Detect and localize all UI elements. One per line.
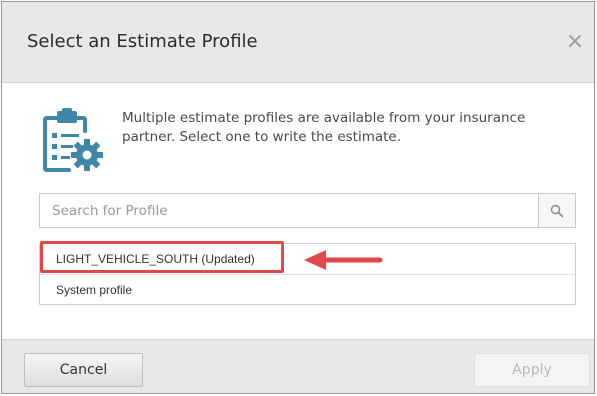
- clipboard-gear-icon: [43, 108, 103, 172]
- cancel-button[interactable]: Cancel: [24, 353, 143, 387]
- search-icon: [550, 204, 564, 217]
- dialog-title: Select an Estimate Profile: [27, 31, 258, 52]
- annotation-arrow-icon: [304, 250, 383, 270]
- search-button[interactable]: [538, 194, 575, 227]
- apply-button[interactable]: Apply: [474, 353, 590, 387]
- dialog-body: Multiple estimate profiles are available…: [2, 84, 594, 339]
- estimate-profile-dialog: Select an Estimate Profile × Multiple es…: [1, 1, 595, 394]
- dialog-footer: Cancel Apply: [2, 339, 594, 393]
- search-input[interactable]: [40, 194, 537, 227]
- intro-text: Multiple estimate profiles are available…: [122, 110, 526, 145]
- dialog-header: Select an Estimate Profile ×: [2, 2, 594, 83]
- close-icon[interactable]: ×: [565, 31, 585, 53]
- profile-search: [39, 193, 576, 228]
- list-item[interactable]: System profile: [40, 274, 575, 304]
